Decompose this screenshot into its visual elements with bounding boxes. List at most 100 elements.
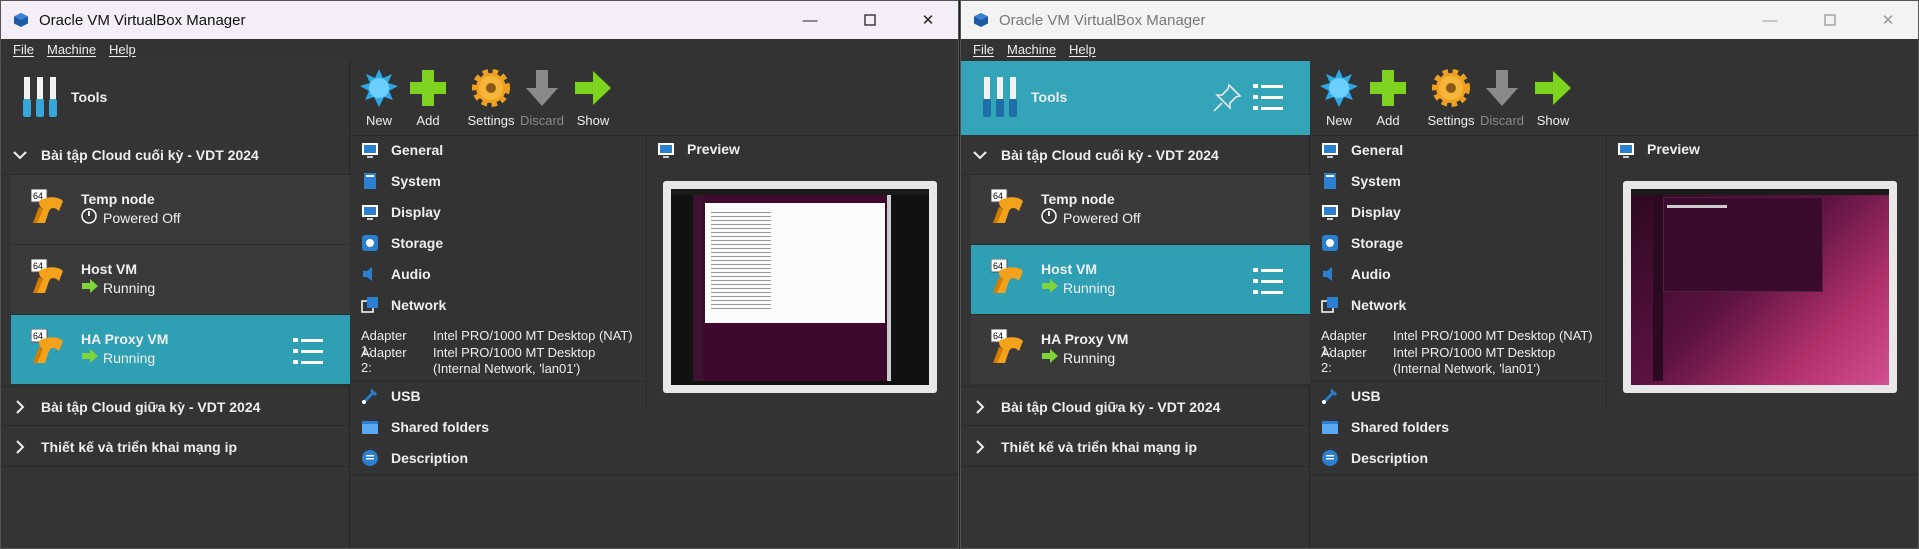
section-audio[interactable]: Audio <box>351 259 646 290</box>
vm-item-temp-node[interactable]: 64 Temp node Powered Off <box>11 175 350 245</box>
description-icon <box>1322 450 1338 466</box>
section-display[interactable]: Display <box>1311 197 1606 228</box>
section-description[interactable]: Description <box>351 443 951 474</box>
network-icon <box>361 297 378 313</box>
discard-icon <box>526 70 558 106</box>
power-off-icon <box>1041 208 1057 224</box>
vm-item-ha-proxy-vm[interactable]: 64 HA Proxy VM Running <box>971 315 1310 385</box>
general-icon <box>362 143 378 158</box>
vm-os-icon: 64 <box>991 329 1023 363</box>
section-label: Display <box>1351 204 1401 220</box>
vm-state: Running <box>103 350 156 366</box>
title-bar[interactable]: Oracle VM VirtualBox Manager — ✕ <box>1 1 958 39</box>
display-icon <box>362 205 378 220</box>
group-cloud-midterm[interactable]: Bài tập Cloud giữa kỳ - VDT 2024 <box>961 386 1310 426</box>
add-label: Add <box>416 113 440 128</box>
tools-icon <box>983 77 1017 117</box>
group-cloud-midterm[interactable]: Bài tập Cloud giữa kỳ - VDT 2024 <box>1 386 350 426</box>
add-label: Add <box>1376 113 1400 128</box>
general-icon <box>1322 143 1338 158</box>
section-storage[interactable]: Storage <box>1311 228 1606 259</box>
minimize-icon[interactable]: — <box>1741 1 1799 39</box>
menu-help[interactable]: Help <box>1069 42 1096 57</box>
tools-item[interactable]: Tools <box>1 61 350 135</box>
vm-item-temp-node[interactable]: 64 Temp node Powered Off <box>971 175 1310 245</box>
group-label: Bài tập Cloud giữa kỳ - VDT 2024 <box>1001 399 1221 415</box>
group-cloud-final[interactable]: Bài tập Cloud cuối kỳ - VDT 2024 <box>1 135 350 175</box>
menu-help[interactable]: Help <box>109 42 136 57</box>
menu-file[interactable]: File <box>13 42 34 57</box>
running-arrow-icon <box>1042 279 1058 293</box>
section-display[interactable]: Display <box>351 197 646 228</box>
section-label: Audio <box>391 266 431 282</box>
group-network-design[interactable]: Thiết kế và triển khai mạng ip <box>961 427 1310 467</box>
tools-label: Tools <box>71 89 108 105</box>
menu-machine[interactable]: Machine <box>47 42 96 57</box>
section-audio[interactable]: Audio <box>1311 259 1606 290</box>
group-network-design[interactable]: Thiết kế và triển khai mạng ip <box>1 427 350 467</box>
preview-panel: Preview <box>646 135 958 411</box>
section-storage[interactable]: Storage <box>351 228 646 259</box>
section-label: Display <box>391 204 441 220</box>
svg-text:64: 64 <box>33 261 43 271</box>
section-shared-folders[interactable]: Shared folders <box>351 412 951 443</box>
section-network[interactable]: Network <box>351 290 646 321</box>
chevron-right-icon[interactable] <box>13 440 27 454</box>
settings-label: Settings <box>467 113 515 128</box>
maximize-icon[interactable] <box>841 1 899 39</box>
section-label: USB <box>1351 388 1381 404</box>
tools-item[interactable]: Tools <box>961 61 1310 135</box>
adapter-value: Intel PRO/1000 MT Desktop <box>1393 345 1556 360</box>
add-icon <box>1370 70 1406 106</box>
maximize-icon[interactable] <box>1801 1 1859 39</box>
section-description[interactable]: Description <box>1311 443 1911 474</box>
list-menu-icon[interactable] <box>293 337 323 365</box>
new-label: New <box>1325 113 1352 128</box>
chevron-down-icon[interactable] <box>13 148 27 162</box>
virtualbox-window-right: Oracle VM VirtualBox Manager — ✕ File Ma… <box>960 0 1919 549</box>
usb-icon <box>362 388 378 404</box>
section-general[interactable]: General <box>351 135 646 166</box>
close-icon[interactable]: ✕ <box>1859 1 1917 39</box>
vm-name: Host VM <box>1041 261 1097 277</box>
menu-file[interactable]: File <box>973 42 994 57</box>
section-label: Network <box>391 297 447 313</box>
show-icon <box>1535 71 1571 105</box>
section-system[interactable]: System <box>351 166 646 197</box>
menu-bar: File Machine Help <box>1 39 958 61</box>
adapter-value-cont: (Internal Network, 'lan01') <box>1393 361 1541 376</box>
vm-os-icon: 64 <box>31 329 63 363</box>
audio-icon <box>1323 267 1332 281</box>
section-label: General <box>1351 142 1404 158</box>
vm-item-host-vm[interactable]: 64 Host VM Running <box>971 245 1310 315</box>
section-shared-folders[interactable]: Shared folders <box>1311 412 1911 443</box>
chevron-right-icon[interactable] <box>973 400 987 414</box>
group-cloud-final[interactable]: Bài tập Cloud cuối kỳ - VDT 2024 <box>961 135 1310 175</box>
adapter-value: Intel PRO/1000 MT Desktop (NAT) <box>1393 328 1593 343</box>
preview-icon <box>1618 143 1634 158</box>
menu-machine[interactable]: Machine <box>1007 42 1056 57</box>
chevron-right-icon[interactable] <box>973 440 987 454</box>
vm-item-ha-proxy-vm[interactable]: 64 HA Proxy VM Running <box>11 315 350 385</box>
minimize-icon[interactable]: — <box>781 1 839 39</box>
new-label: New <box>365 113 392 128</box>
svg-text:64: 64 <box>993 261 1003 271</box>
preview-frame <box>1623 181 1897 393</box>
list-menu-icon[interactable] <box>1253 267 1283 295</box>
chevron-right-icon[interactable] <box>13 400 27 414</box>
settings-icon <box>472 69 510 107</box>
vm-state: Powered Off <box>103 210 181 226</box>
folder-icon <box>362 421 378 434</box>
section-system[interactable]: System <box>1311 166 1606 197</box>
vm-item-host-vm[interactable]: 64 Host VM Running <box>11 245 350 315</box>
settings-label: Settings <box>1427 113 1475 128</box>
list-menu-icon[interactable] <box>1253 83 1283 111</box>
power-off-icon <box>81 208 97 224</box>
section-general[interactable]: General <box>1311 135 1606 166</box>
title-bar[interactable]: Oracle VM VirtualBox Manager — ✕ <box>961 1 1918 39</box>
section-network[interactable]: Network <box>1311 290 1606 321</box>
close-icon[interactable]: ✕ <box>899 1 957 39</box>
discard-label: Discard <box>1479 113 1525 128</box>
chevron-down-icon[interactable] <box>973 148 987 162</box>
pin-icon[interactable] <box>1211 82 1243 114</box>
